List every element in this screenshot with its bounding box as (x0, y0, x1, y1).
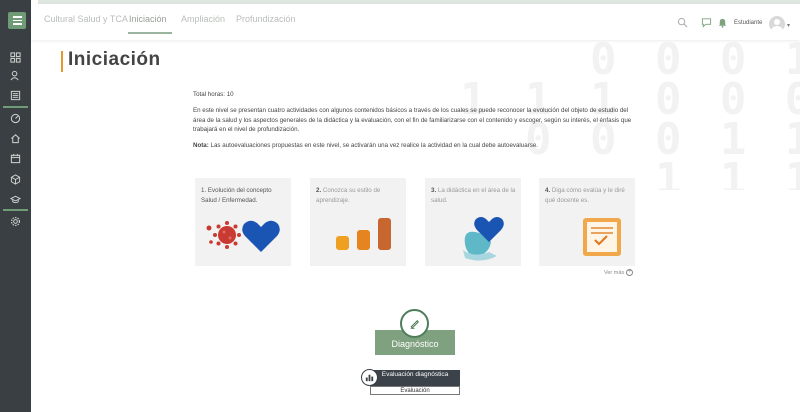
user-role-label[interactable]: Estudiante (734, 20, 762, 26)
virus-heart-icon (206, 220, 280, 252)
activity-card-4[interactable]: 4. Diga cómo evalúa y le diré qué docent… (539, 178, 635, 266)
home-icon[interactable] (9, 132, 22, 145)
box-icon[interactable] (9, 173, 22, 186)
hamburger-menu-button[interactable] (8, 12, 26, 29)
hand-heart-icon (463, 217, 504, 261)
total-hours: Total horas: 10 (193, 91, 234, 98)
note-text: Las autoevaluaciones propuestas en este … (210, 142, 539, 150)
evaluation-title[interactable]: Evaluación diagnóstica (370, 370, 460, 386)
sidebar-separator (3, 209, 28, 211)
card-4-text: 4. Diga cómo evalúa y le diré qué docent… (545, 187, 625, 204)
bell-icon[interactable] (717, 17, 728, 28)
book-icon[interactable] (9, 89, 22, 102)
grid-icon[interactable] (9, 51, 22, 64)
calendar-icon[interactable] (9, 152, 22, 165)
user-avatar[interactable] (769, 16, 785, 32)
active-tab-underline (128, 32, 172, 34)
settings-gear-icon[interactable] (9, 215, 22, 228)
page-title: Iniciación (68, 49, 161, 70)
pencil-icon[interactable] (400, 309, 429, 338)
title-accent-bar (61, 51, 63, 72)
card-1-text: 1. Evolución del concepto Salud / Enferm… (201, 187, 272, 204)
tab-profundizacion[interactable]: Profundización (236, 14, 296, 24)
chevron-down-icon[interactable]: ▾ (787, 22, 790, 29)
ver-mas-link[interactable]: Ver más + (604, 269, 634, 276)
activity-card-2[interactable]: 2. Conozca su estilo de aprendizaje. (310, 178, 406, 266)
chat-icon[interactable] (701, 17, 712, 28)
sidebar (0, 0, 31, 412)
activity-card-1[interactable]: 1. Evolución del concepto Salud / Enferm… (195, 178, 291, 266)
plus-circle-icon: + (626, 269, 634, 276)
note-paragraph: Nota: Las autoevaluaciones propuestas en… (193, 141, 638, 150)
search-icon[interactable] (677, 17, 688, 28)
top-navigation-bar: Cultural Salud y TCA Iniciación Ampliaci… (31, 4, 800, 40)
user-search-icon[interactable] (9, 69, 22, 82)
intro-section: Total horas: 10 En este nivel se present… (193, 90, 638, 157)
sidebar-separator (3, 106, 28, 108)
card-3-text: 3. La didáctica en el área de la salud. (431, 187, 516, 204)
evaluation-link[interactable]: Evaluación (370, 386, 460, 395)
graduation-cap-icon[interactable] (9, 193, 22, 206)
tab-ampliacion[interactable]: Ampliación (181, 14, 225, 24)
checklist-icon (583, 218, 621, 256)
tab-iniciacion[interactable]: Iniciación (129, 14, 167, 24)
activity-card-3[interactable]: 3. La didáctica en el área de la salud. (425, 178, 521, 266)
card-2-text: 2. Conozca su estilo de aprendizaje. (316, 187, 381, 204)
tab-course-home[interactable]: Cultural Salud y TCA (44, 14, 128, 24)
bar-chart-icon (361, 369, 378, 386)
ver-mas-label: Ver más (604, 269, 625, 276)
note-label: Nota: (193, 142, 209, 150)
intro-paragraph: En este nivel se presentan cuatro activi… (193, 107, 632, 133)
bar-steps-icon (336, 218, 391, 250)
dashboard-gauge-icon[interactable] (9, 112, 22, 125)
